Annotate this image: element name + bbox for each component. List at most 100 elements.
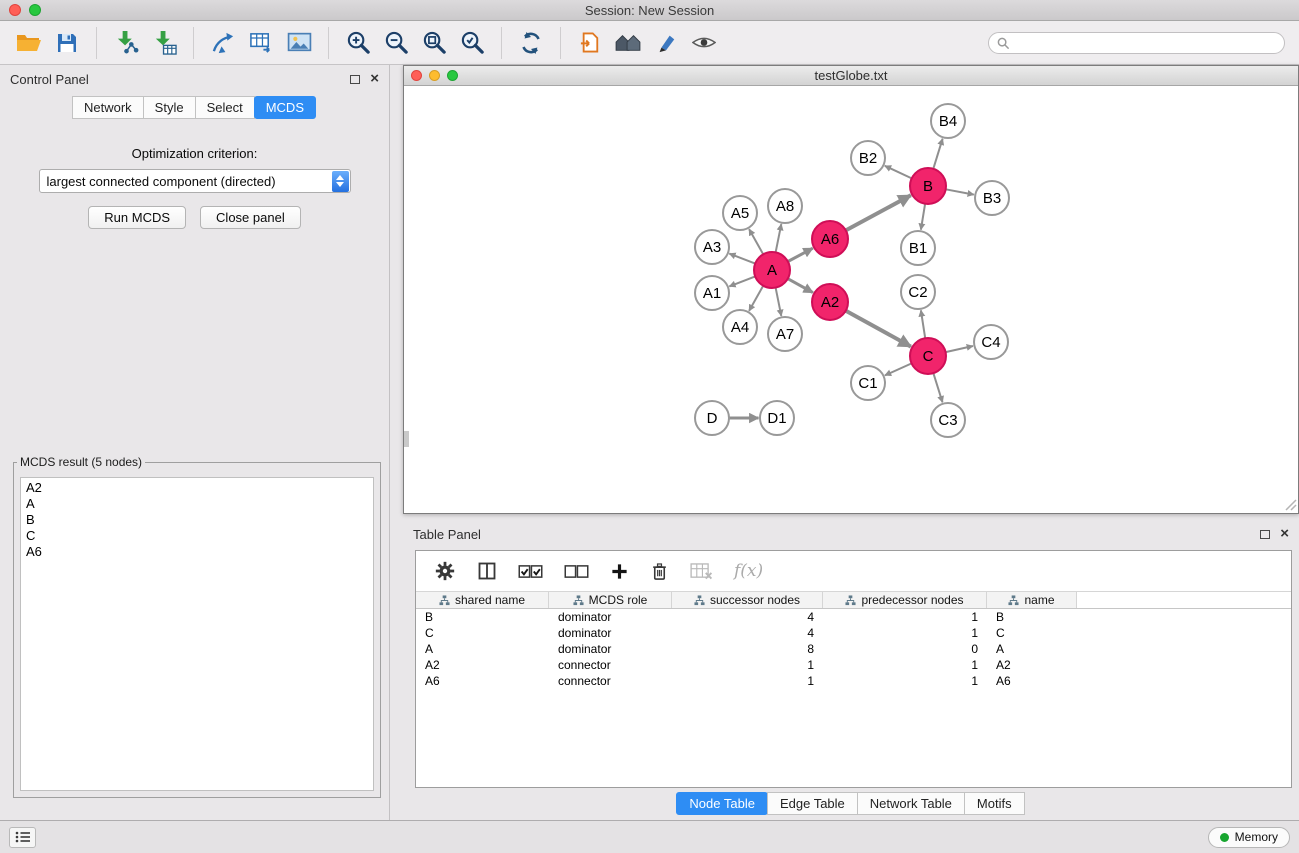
result-item[interactable]: A2 [21, 480, 373, 496]
graph-node-A1[interactable]: A1 [695, 276, 729, 310]
graph-node-A6[interactable]: A6 [812, 221, 848, 257]
export-image-button[interactable] [283, 25, 315, 61]
column-header-name[interactable]: name [987, 592, 1077, 608]
graph-node-B2[interactable]: B2 [851, 141, 885, 175]
graph-edge-A2-C[interactable] [846, 311, 911, 347]
show-column-button[interactable] [477, 561, 497, 581]
run-mcds-button[interactable]: Run MCDS [88, 206, 186, 229]
graph-edge-A-A7[interactable] [776, 288, 782, 316]
tab-style[interactable]: Style [143, 96, 196, 119]
table-row[interactable]: Adominator80A [416, 641, 1291, 657]
close-table-panel-icon[interactable]: × [1280, 529, 1289, 539]
network-zoom-button[interactable] [447, 70, 458, 81]
graph-node-A5[interactable]: A5 [723, 196, 757, 230]
graph-node-A8[interactable]: A8 [768, 189, 802, 223]
graph-edge-A-A1[interactable] [729, 276, 755, 286]
column-header-shared-name[interactable]: shared name [416, 592, 549, 608]
memory-button[interactable]: Memory [1208, 827, 1290, 848]
graph-edge-C-C3[interactable] [933, 373, 942, 402]
graph-edge-C-C1[interactable] [885, 363, 912, 375]
tab-motifs[interactable]: Motifs [964, 792, 1025, 815]
export-network-button[interactable] [207, 25, 239, 61]
graph-node-D[interactable]: D [695, 401, 729, 435]
graph-node-A7[interactable]: A7 [768, 317, 802, 351]
graph-node-C[interactable]: C [910, 338, 946, 374]
graph-node-A3[interactable]: A3 [695, 230, 729, 264]
resize-corner-icon[interactable] [1285, 499, 1297, 511]
refresh-layout-button[interactable] [515, 25, 547, 61]
result-item[interactable]: A6 [21, 544, 373, 560]
close-panel-icon[interactable]: × [370, 74, 379, 84]
table-row[interactable]: Bdominator41B [416, 609, 1291, 625]
home-view-button[interactable] [612, 25, 644, 61]
tab-network-table[interactable]: Network Table [857, 792, 965, 815]
network-minimize-button[interactable] [429, 70, 440, 81]
zoom-out-button[interactable] [380, 25, 412, 61]
result-item[interactable]: A [21, 496, 373, 512]
graph-edge-C-C2[interactable] [921, 310, 925, 338]
graph-edge-A-A8[interactable] [776, 224, 782, 252]
save-session-button[interactable] [51, 25, 83, 61]
zoom-window-button[interactable] [29, 4, 41, 16]
column-header-successor-nodes[interactable]: successor nodes [672, 592, 823, 608]
table-row[interactable]: A2connector11A2 [416, 657, 1291, 673]
canvas-scroll-thumb[interactable] [404, 431, 409, 447]
open-file-button[interactable] [13, 25, 45, 61]
graph-node-B3[interactable]: B3 [975, 181, 1009, 215]
graph-edge-A-A2[interactable] [788, 279, 813, 293]
table-row[interactable]: Cdominator41C [416, 625, 1291, 641]
show-hide-details-button[interactable] [688, 25, 720, 61]
graph-node-A[interactable]: A [754, 252, 790, 288]
result-item[interactable]: C [21, 528, 373, 544]
import-network-from-file-button[interactable] [110, 25, 142, 61]
search-input[interactable] [988, 32, 1285, 54]
close-panel-button[interactable]: Close panel [200, 206, 301, 229]
table-settings-button[interactable] [434, 560, 456, 582]
tab-mcds[interactable]: MCDS [254, 96, 316, 119]
float-panel-icon[interactable] [350, 75, 360, 84]
graph-node-D1[interactable]: D1 [760, 401, 794, 435]
graph-node-A2[interactable]: A2 [812, 284, 848, 320]
network-close-button[interactable] [411, 70, 422, 81]
graph-edge-B-B2[interactable] [885, 166, 912, 179]
deselect-all-button[interactable] [564, 564, 589, 579]
tab-node-table[interactable]: Node Table [676, 792, 768, 815]
select-all-button[interactable] [518, 564, 543, 579]
delete-column-button[interactable] [650, 561, 669, 582]
graph-edge-B-B4[interactable] [933, 139, 942, 169]
annotation-pen-button[interactable] [650, 25, 682, 61]
graph-node-B1[interactable]: B1 [901, 231, 935, 265]
graph-node-C4[interactable]: C4 [974, 325, 1008, 359]
network-window-titlebar[interactable]: testGlobe.txt [404, 66, 1298, 86]
column-header-predecessor-nodes[interactable]: predecessor nodes [823, 592, 987, 608]
float-table-panel-icon[interactable] [1260, 530, 1270, 539]
zoom-selected-button[interactable] [456, 25, 488, 61]
tab-select[interactable]: Select [195, 96, 255, 119]
graph-edge-A-A4[interactable] [749, 286, 763, 311]
graph-edge-A-A6[interactable] [788, 248, 813, 261]
export-table-button[interactable] [245, 25, 277, 61]
graph-edge-A6-B[interactable] [846, 195, 911, 230]
optimization-criterion-dropdown[interactable]: largest connected component (directed) [39, 169, 351, 193]
network-canvas[interactable]: B4B2BB3A5A8A6A3B1AC2A1A2A4A7C4CC1C3DD1 [404, 86, 1298, 512]
graph-node-A4[interactable]: A4 [723, 310, 757, 344]
function-builder-button[interactable]: f(x) [734, 561, 763, 581]
table-row[interactable]: A6connector11A6 [416, 673, 1291, 689]
graph-edge-B-B3[interactable] [946, 189, 974, 194]
graph-edge-C-C4[interactable] [946, 346, 973, 352]
column-header-mcds-role[interactable]: MCDS role [549, 592, 672, 608]
graph-node-C2[interactable]: C2 [901, 275, 935, 309]
task-history-button[interactable] [9, 827, 36, 848]
close-window-button[interactable] [9, 4, 21, 16]
zoom-in-button[interactable] [342, 25, 374, 61]
graph-edge-B-B1[interactable] [921, 204, 925, 230]
graph-edge-A-A5[interactable] [749, 229, 763, 254]
import-table-from-file-button[interactable] [148, 25, 180, 61]
graph-edge-A-A3[interactable] [729, 254, 755, 264]
zoom-fit-button[interactable] [418, 25, 450, 61]
delete-table-button[interactable] [690, 563, 713, 580]
graph-node-B4[interactable]: B4 [931, 104, 965, 138]
export-web-button[interactable] [574, 25, 606, 61]
result-item[interactable]: B [21, 512, 373, 528]
tab-edge-table[interactable]: Edge Table [767, 792, 858, 815]
